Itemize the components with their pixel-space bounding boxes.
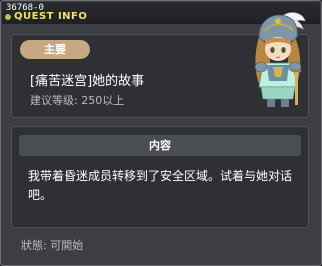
content-header: 内容 [19, 135, 301, 156]
quest-content-panel: 内容 我带着昏迷成员转移到了安全区域。试着与她对话吧。 [11, 126, 309, 228]
quest-name: [痛苦迷宫]她的故事 [30, 74, 145, 89]
window-title: QUEST INFO [14, 11, 88, 22]
content-body: 我带着昏迷成员转移到了安全区域。试着与她对话吧。 [28, 169, 293, 202]
quest-info-window: 36768-0 QUEST INFO 主要 [痛苦迷宫]她的故事 建议等级: 2… [0, 0, 322, 266]
npc-portrait [254, 12, 306, 107]
quest-dot-icon [5, 14, 11, 20]
quest-status: 狀態: 可開始 [21, 239, 84, 252]
quest-level-requirement: 建议等级: 250以上 [30, 94, 125, 107]
quest-category-badge: 主要 [20, 40, 90, 59]
